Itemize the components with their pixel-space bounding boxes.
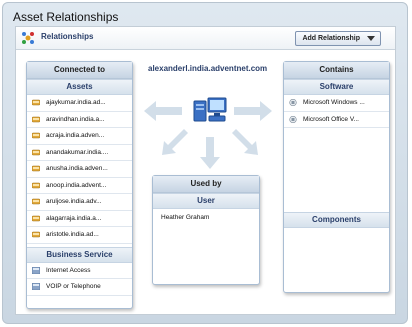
list-item[interactable]: Microsoft Windows ... bbox=[284, 95, 389, 112]
workstation-icon bbox=[32, 165, 40, 172]
workstation-icon bbox=[32, 149, 40, 155]
contains-header: Contains bbox=[284, 62, 389, 79]
list-item-label: aruljose.india.adv... bbox=[46, 198, 102, 205]
list-item[interactable]: anandakumar.india.... bbox=[27, 145, 132, 161]
arrow-down-left-icon bbox=[162, 129, 188, 155]
list-item-label: anoop.india.advent... bbox=[46, 181, 107, 189]
list-item-label: aravindhan.india.a... bbox=[46, 115, 105, 123]
workstation-icon bbox=[32, 99, 40, 106]
software-icon bbox=[289, 115, 297, 123]
contains-box: Contains Software Microsoft Windows ... M… bbox=[283, 61, 390, 293]
chevron-down-icon bbox=[367, 36, 375, 41]
service-icon bbox=[32, 283, 40, 290]
business-service-header: Business Service bbox=[27, 246, 132, 263]
connected-to-box: Connected to Assets ajaykumar.india.ad..… bbox=[26, 61, 133, 309]
used-by-header: Used by bbox=[153, 176, 259, 193]
list-item[interactable]: VOIP or Telephone bbox=[27, 279, 132, 296]
workstation-icon bbox=[32, 132, 40, 139]
services-list: Internet Access VOIP or Telephone bbox=[27, 263, 132, 296]
workstation-icon bbox=[32, 231, 40, 238]
toolbar: Relationships Add Relationship bbox=[16, 27, 395, 50]
used-by-box: Used by User Heather Graham bbox=[152, 175, 260, 285]
software-header: Software bbox=[284, 79, 389, 95]
server-asset-icon bbox=[193, 97, 227, 122]
workstation-icon bbox=[32, 116, 40, 122]
window-frame: Asset Relationships Relationships Add Re… bbox=[2, 2, 408, 324]
assets-header: Assets bbox=[27, 79, 132, 95]
list-item-label: Internet Access bbox=[46, 266, 91, 274]
list-item[interactable]: aruljose.india.adv... bbox=[27, 194, 132, 211]
add-relationship-label: Add Relationship bbox=[302, 35, 360, 42]
user-item[interactable]: Heather Graham bbox=[153, 209, 259, 226]
list-item[interactable]: alagarraja.india.a... bbox=[27, 211, 132, 227]
list-item-label: VOIP or Telephone bbox=[46, 283, 101, 290]
list-item[interactable]: ajaykumar.india.ad... bbox=[27, 95, 132, 112]
service-icon bbox=[32, 266, 40, 274]
list-item-label: Microsoft Office V... bbox=[303, 115, 359, 123]
list-item-label: aristotle.india.ad... bbox=[46, 231, 99, 238]
software-icon bbox=[289, 99, 297, 106]
workstation-icon bbox=[32, 182, 40, 188]
list-item[interactable]: acraja.india.adven... bbox=[27, 128, 132, 145]
host-name: alexanderl.india.adventnet.com bbox=[148, 64, 268, 73]
workstation-icon bbox=[32, 198, 40, 205]
list-item[interactable]: anoop.india.advent... bbox=[27, 178, 132, 194]
arrow-down-right-icon bbox=[232, 129, 258, 155]
list-item[interactable]: Microsoft Office V... bbox=[284, 112, 389, 128]
arrow-down-icon bbox=[200, 137, 220, 169]
arrow-left-icon bbox=[144, 101, 182, 121]
assets-list: ajaykumar.india.ad... aravindhan.india.a.… bbox=[27, 95, 132, 244]
relationships-panel: Relationships Add Relationship alexander… bbox=[15, 26, 396, 315]
list-item[interactable]: anusha.india.adven... bbox=[27, 161, 132, 178]
list-item-label: anusha.india.adven... bbox=[46, 165, 108, 172]
list-item-label: alagarraja.india.a... bbox=[46, 214, 102, 222]
software-list: Microsoft Windows ... Microsoft Office V.… bbox=[284, 95, 389, 128]
add-relationship-button[interactable]: Add Relationship bbox=[295, 31, 381, 46]
list-item-label: ajaykumar.india.ad... bbox=[46, 99, 106, 106]
list-item[interactable]: Internet Access bbox=[27, 263, 132, 279]
toolbar-title: Relationships bbox=[41, 32, 94, 41]
relationships-icon bbox=[22, 32, 34, 44]
workstation-icon bbox=[32, 215, 40, 221]
list-item[interactable]: aravindhan.india.a... bbox=[27, 112, 132, 128]
components-header: Components bbox=[284, 212, 389, 228]
list-item[interactable]: aristotle.india.ad... bbox=[27, 227, 132, 244]
list-item-label: Microsoft Windows ... bbox=[303, 99, 365, 106]
list-item-label: acraja.india.adven... bbox=[46, 132, 105, 139]
window-title: Asset Relationships bbox=[13, 10, 119, 24]
connected-to-header: Connected to bbox=[27, 62, 132, 79]
list-item-label: anandakumar.india.... bbox=[46, 148, 109, 156]
user-header: User bbox=[153, 193, 259, 209]
arrow-right-icon bbox=[234, 101, 272, 121]
